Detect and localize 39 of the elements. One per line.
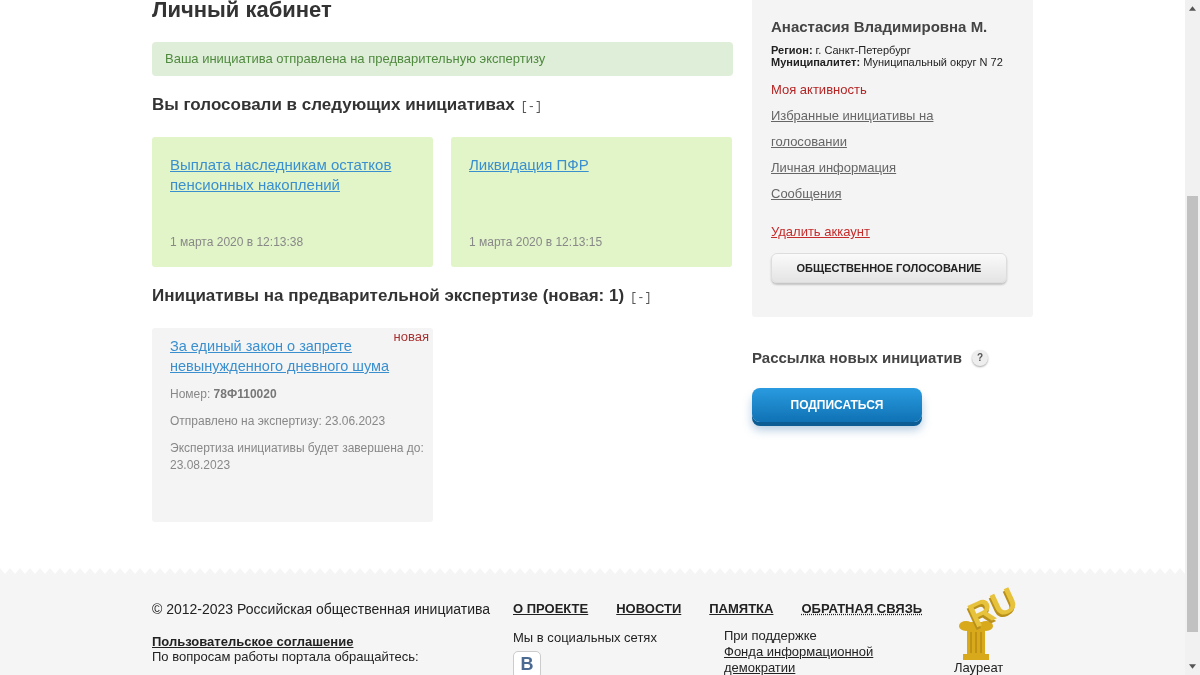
support-link[interactable]: Фонда информационной демократии (724, 644, 884, 675)
support-text: При поддержке (724, 628, 818, 644)
scrollbar[interactable] (1185, 0, 1200, 675)
section-title: Инициативы на предварительной экспертизе (новая: 1) (152, 286, 625, 306)
scroll-down-arrow-icon[interactable] (1189, 664, 1196, 669)
contact-text: По вопросам работы портала обращайтесь: (152, 649, 420, 664)
agreement-link[interactable]: Пользовательское соглашение (152, 634, 513, 649)
collapse-toggle[interactable]: [-] (520, 100, 543, 114)
sent-date: Отправлено на экспертизу: 23.06.2023 (170, 413, 387, 430)
award-logo-text: RU (963, 581, 1022, 633)
success-notice: Ваша инициатива отправлена на предварительную экспертизу (152, 42, 733, 76)
footer-nav-link[interactable]: ПАМЯТКА (709, 601, 774, 616)
social-network-icon[interactable]: В (513, 651, 541, 675)
section-title: Вы голосовали в следующих инициативах (152, 95, 515, 115)
social-title: Мы в социальных сетях (513, 630, 658, 645)
user-name: Анастасия Владимировна М. (771, 18, 989, 35)
profile-link[interactable]: Личная информация (771, 155, 951, 181)
copyright-text: © 2012-2023 Российская общественная инициатива (152, 601, 492, 617)
vote-date: 1 марта 2020 в 12:13:15 (469, 235, 604, 249)
public-voting-button[interactable]: ОБЩЕСТВЕННОЕ ГОЛОСОВАНИЕ (771, 253, 1007, 283)
deadline-text: Экспертиза инициативы будет завершена до: 23.08.2023 (170, 440, 425, 474)
footer-nav-link[interactable]: ОБРАТНАЯ СВЯЗЬ (801, 601, 923, 616)
profile-link[interactable]: Сообщения (771, 181, 951, 207)
profile-field: Муниципалитет: Муниципальный округ N 72 (771, 56, 1014, 68)
profile-link[interactable]: Избранные инициативы на голосовании (771, 103, 951, 155)
delete-account-link[interactable]: Удалить аккаунт (771, 224, 870, 239)
page-title: Личный кабинет (152, 0, 333, 21)
footer-nav-link[interactable]: О ПРОЕКТЕ (513, 601, 589, 616)
newsletter-title: Рассылка новых инициатив (752, 349, 963, 366)
footer-nav-link[interactable]: НОВОСТИ (616, 601, 682, 616)
new-label: новая (393, 329, 429, 344)
vote-date: 1 марта 2020 в 12:13:38 (170, 235, 305, 249)
award-caption: Лауреат (954, 660, 1004, 675)
help-icon[interactable]: ? (972, 349, 989, 366)
collapse-toggle[interactable]: [-] (630, 291, 652, 305)
scroll-up-arrow-icon[interactable] (1189, 6, 1196, 11)
profile-link[interactable]: Моя активность (771, 77, 951, 103)
profile-field: Регион: г. Санкт-Петербург (771, 44, 1014, 56)
initiative-number: Номер: 78Ф110020 (170, 386, 278, 403)
